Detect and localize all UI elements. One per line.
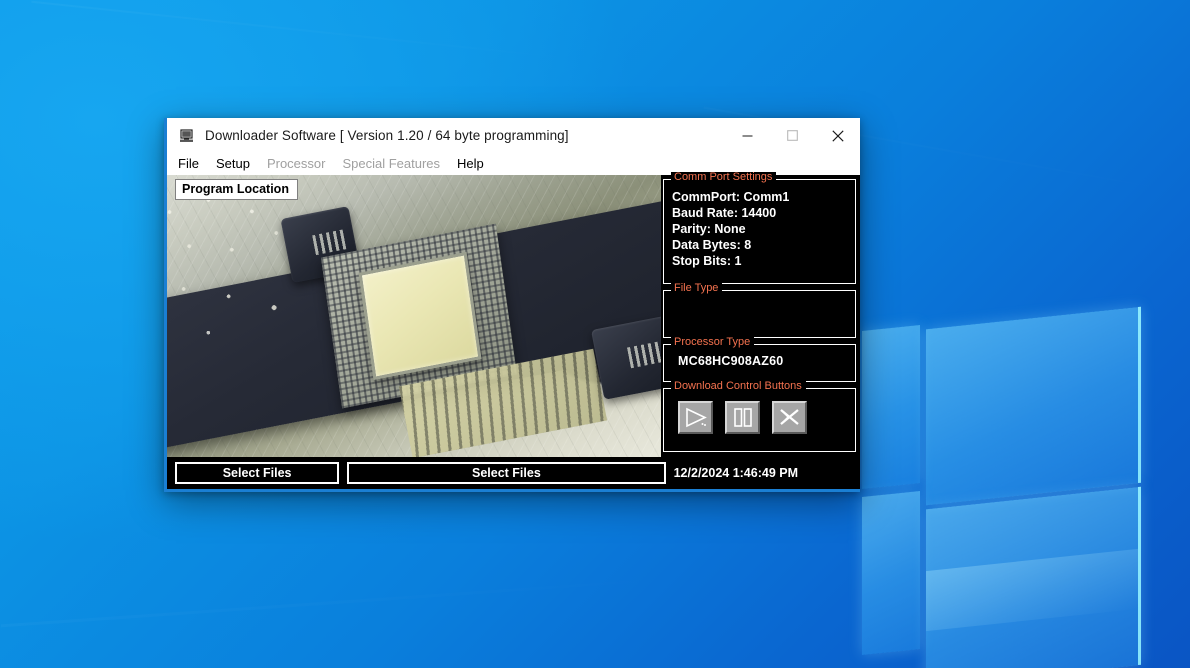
windows-logo-watermark — [862, 292, 1190, 668]
play-icon — [685, 407, 707, 428]
select-files-button-1[interactable]: Select Files — [175, 462, 340, 484]
abort-download-button[interactable] — [772, 401, 807, 434]
wallpaper-streak — [31, 0, 589, 62]
window-inner: Downloader Software [ Version 1.20 / 64 … — [167, 118, 860, 489]
computer-icon — [179, 128, 195, 144]
logo-pane-bottom-right — [926, 486, 1141, 668]
desktop-background: Downloader Software [ Version 1.20 / 64 … — [0, 0, 1190, 668]
menu-item-special-features: Special Features — [342, 156, 441, 171]
file-type-title: File Type — [671, 283, 723, 294]
motherboard-photo — [167, 175, 661, 457]
chip-marking — [626, 340, 661, 369]
comm-port-settings-title: Comm Port Settings — [671, 172, 777, 183]
downloader-software-window[interactable]: Downloader Software [ Version 1.20 / 64 … — [164, 118, 860, 492]
comm-port-row-commport: CommPort: Comm1 — [672, 190, 790, 204]
logo-pane-top-right — [926, 306, 1141, 506]
comm-port-row-parity: Parity: None — [672, 222, 746, 236]
ic-chip-right — [590, 314, 661, 400]
menu-item-setup[interactable]: Setup — [216, 153, 250, 175]
download-buttons-row — [672, 398, 849, 434]
logo-pane-bottom-left — [862, 490, 920, 656]
menu-item-help[interactable]: Help — [457, 153, 484, 175]
timestamp-label: 12/2/2024 1:46:49 PM — [673, 466, 798, 480]
program-location-label: Program Location — [175, 179, 298, 201]
menu-item-processor: Processor — [266, 156, 326, 171]
processor-type-value: MC68HC908AZ60 — [678, 354, 784, 368]
comm-port-row-baud-rate: Baud Rate: 14400 — [672, 206, 777, 220]
settings-column: Comm Port Settings CommPort: Comm1 Baud … — [661, 172, 860, 457]
menu-item-file[interactable]: File — [178, 153, 199, 175]
comm-port-row-stop-bits: Stop Bits: 1 — [672, 254, 742, 268]
close-button[interactable] — [815, 118, 860, 153]
minimize-button[interactable] — [725, 118, 770, 153]
maximize-button[interactable] — [770, 118, 815, 153]
client-top-row: Program Location Comm Port Settings Comm… — [167, 172, 860, 457]
cancel-x-icon — [779, 409, 799, 425]
maximize-icon — [787, 130, 798, 141]
title-bar[interactable]: Downloader Software [ Version 1.20 / 64 … — [167, 118, 860, 153]
bottom-bar: Select Files Select Files 12/2/2024 1:46… — [167, 457, 860, 489]
file-type-group: File Type — [663, 283, 856, 338]
minimize-icon — [742, 135, 753, 137]
comm-port-settings-group: Comm Port Settings CommPort: Comm1 Baud … — [663, 172, 856, 284]
select-files-button-2[interactable]: Select Files — [347, 462, 666, 484]
pause-icon — [733, 408, 752, 427]
chip-marking — [311, 229, 347, 255]
logo-shine — [926, 548, 1138, 632]
window-title: Downloader Software [ Version 1.20 / 64 … — [205, 128, 569, 143]
download-control-buttons-group: Download Control Buttons — [663, 381, 856, 452]
pause-download-button[interactable] — [725, 401, 760, 434]
processor-type-title: Processor Type — [671, 337, 755, 348]
download-control-buttons-title: Download Control Buttons — [671, 381, 806, 392]
window-controls — [725, 118, 860, 153]
wallpaper-streak — [0, 575, 700, 628]
logo-pane-top-left — [862, 324, 920, 490]
program-location-image: Program Location — [167, 175, 661, 457]
client-area: Program Location Comm Port Settings Comm… — [167, 172, 860, 489]
cpu-die — [358, 252, 481, 380]
comm-port-row-data-bytes: Data Bytes: 8 — [672, 238, 752, 252]
start-download-button[interactable] — [678, 401, 713, 434]
processor-type-group: Processor Type MC68HC908AZ60 — [663, 337, 856, 382]
close-icon — [831, 129, 844, 142]
